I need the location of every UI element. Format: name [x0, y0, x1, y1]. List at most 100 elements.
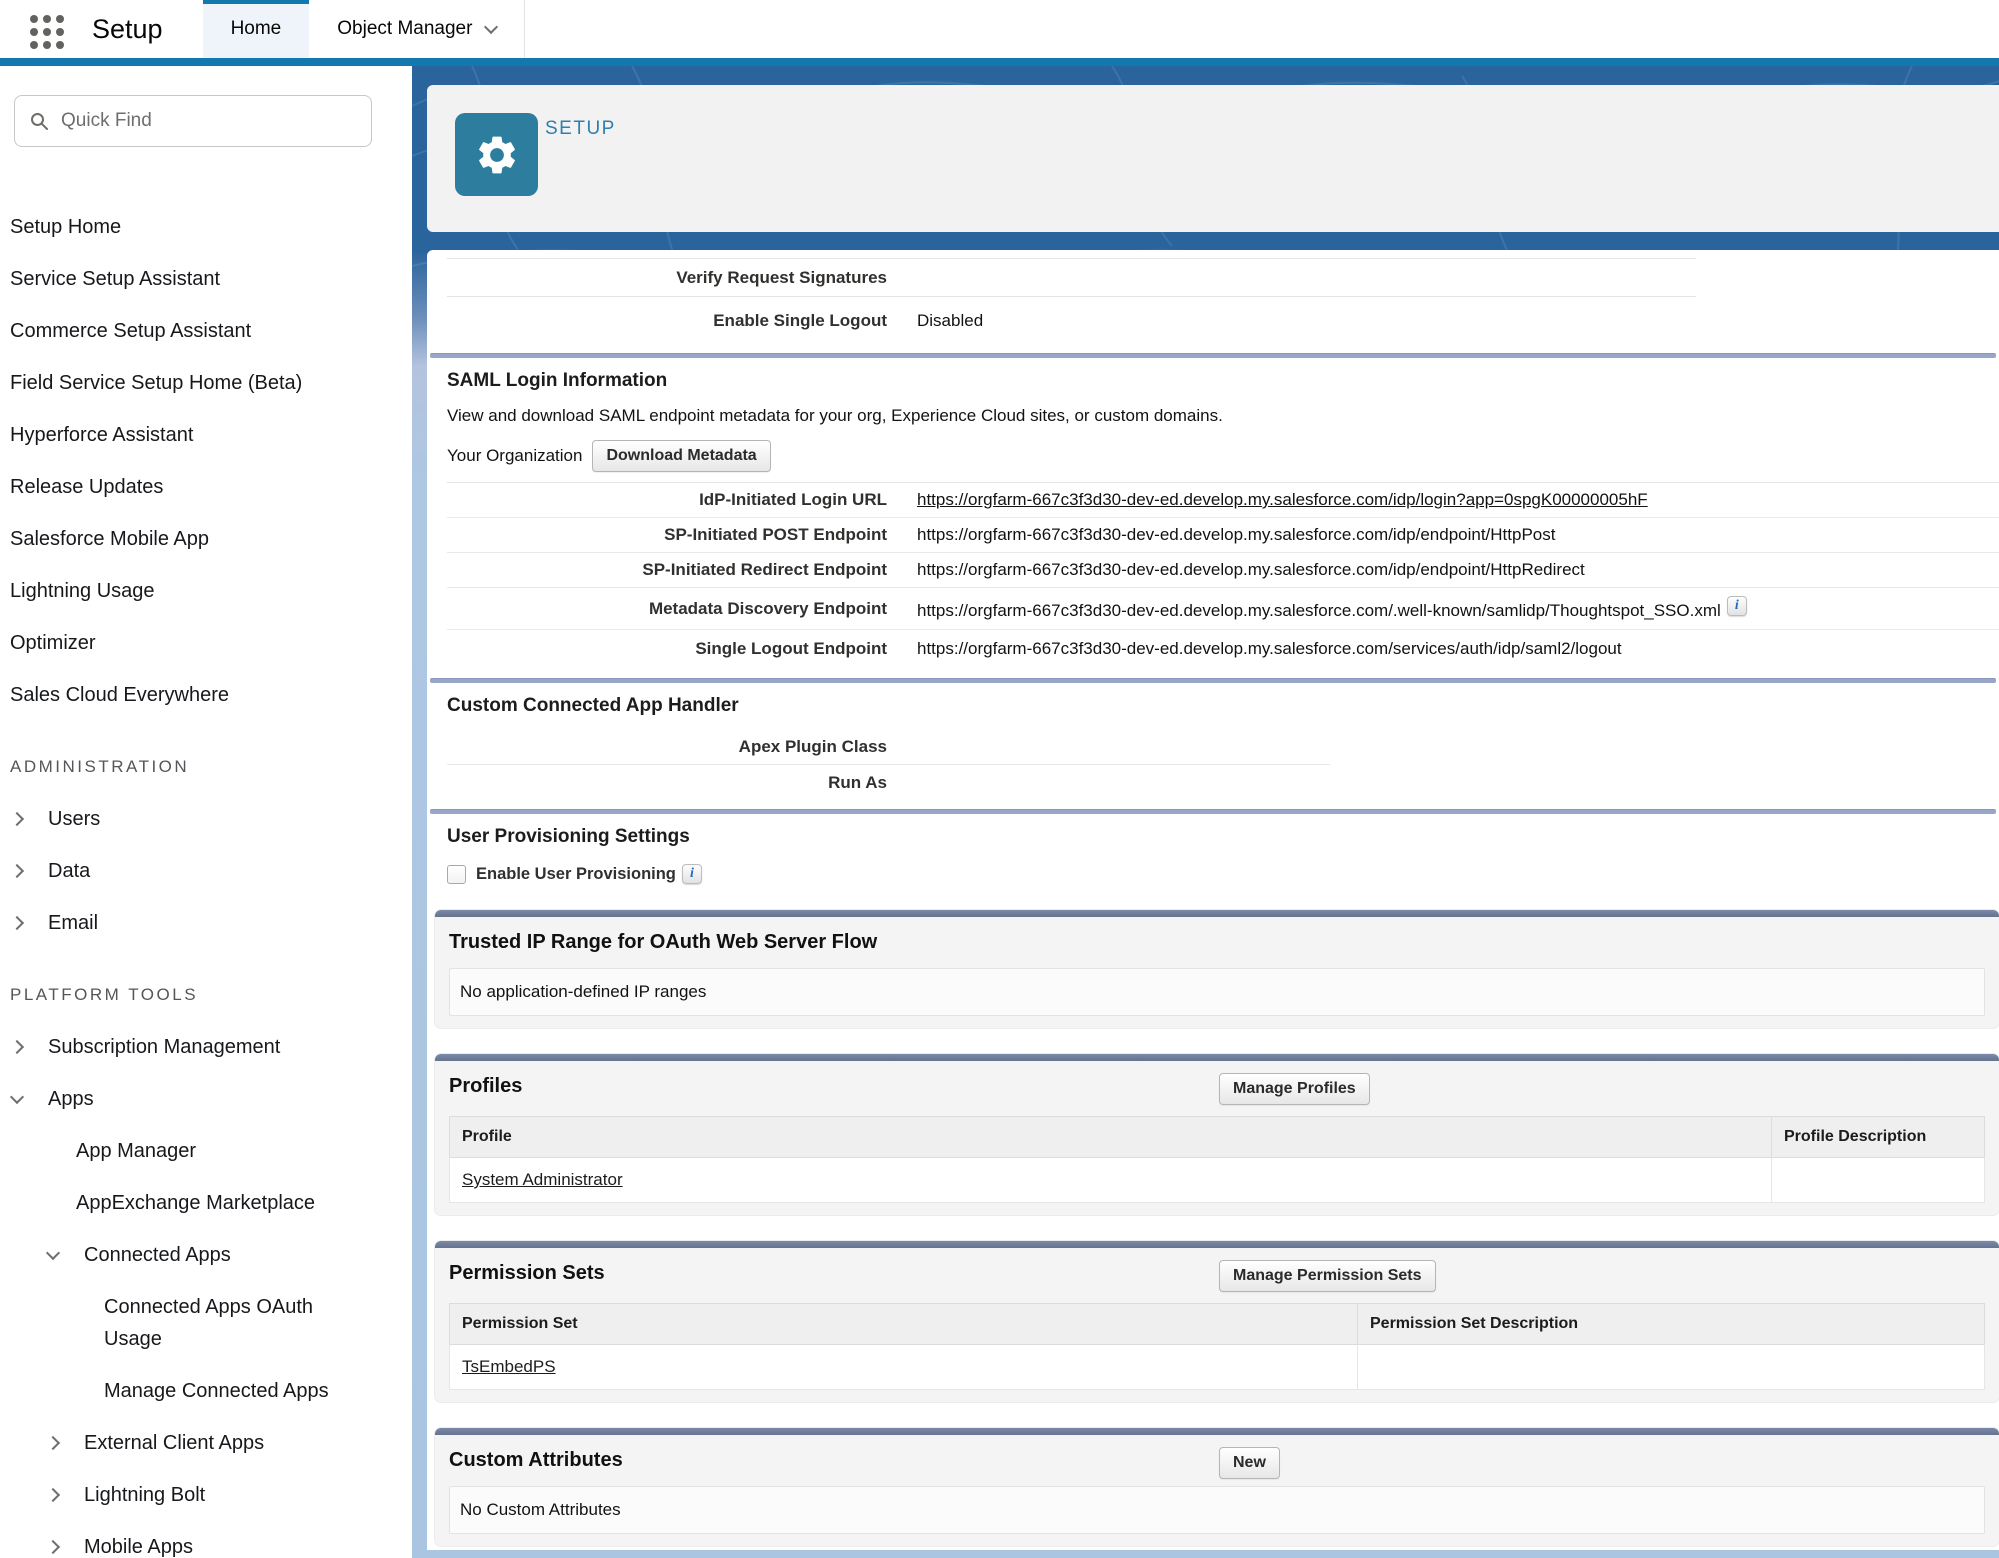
sidebar-section-platform-tools: PLATFORM TOOLS — [0, 969, 412, 1021]
related-list-bar — [435, 1054, 1999, 1061]
related-list-bar — [435, 1428, 1999, 1435]
setup-sidebar: Setup Home Service Setup Assistant Comme… — [0, 66, 412, 1558]
nav-tabs: Home Object Manager — [203, 0, 526, 58]
sidebar-item-connected-apps-oauth-usage[interactable]: Connected Apps OAuth Usage — [0, 1281, 412, 1365]
sidebar-item-app-manager[interactable]: App Manager — [0, 1125, 412, 1177]
section-divider — [430, 678, 1996, 683]
sidebar-item-email[interactable]: Email — [0, 897, 412, 949]
column-header-permission-set: Permission Set — [450, 1304, 1358, 1345]
metadata-discovery-endpoint-row: Metadata Discovery Endpoint https://orgf… — [447, 588, 1999, 630]
setup-banner: SETUP — [427, 85, 1999, 232]
chevron-down-icon — [10, 1090, 24, 1104]
page-title: SETUP — [545, 118, 616, 140]
sidebar-item-field-service-setup-home[interactable]: Field Service Setup Home (Beta) — [0, 357, 412, 409]
quick-find-input[interactable] — [61, 110, 357, 132]
quick-find-box[interactable] — [14, 95, 372, 147]
chevron-down-icon — [484, 20, 498, 34]
related-list-bar — [435, 910, 1999, 917]
custom-attributes-card: Custom Attributes New No Custom Attribut… — [435, 1428, 1999, 1546]
custom-handler-form: Apex Plugin Class Run As — [447, 729, 1330, 801]
custom-attributes-empty-message: No Custom Attributes — [449, 1486, 1985, 1534]
sidebar-item-data[interactable]: Data — [0, 845, 412, 897]
sidebar-item-apps[interactable]: Apps — [0, 1073, 412, 1125]
enable-single-logout-row: Enable Single Logout Disabled — [447, 297, 1696, 345]
app-title: Setup — [92, 0, 163, 58]
apex-plugin-class-row: Apex Plugin Class — [447, 729, 1330, 765]
profiles-title: Profiles — [449, 1073, 1985, 1098]
permission-sets-card: Permission Sets Manage Permission Sets P… — [435, 1241, 1999, 1402]
manage-permission-sets-button[interactable]: Manage Permission Sets — [1219, 1260, 1436, 1292]
manage-profiles-button[interactable]: Manage Profiles — [1219, 1073, 1370, 1105]
sidebar-item-external-client-apps[interactable]: External Client Apps — [0, 1417, 412, 1469]
section-divider — [430, 809, 1996, 814]
global-nav: Setup Home Object Manager — [0, 0, 1999, 58]
saml-section-title: SAML Login Information — [447, 370, 1999, 392]
column-header-profile-description: Profile Description — [1772, 1117, 1985, 1158]
sidebar-item-lightning-usage[interactable]: Lightning Usage — [0, 565, 412, 617]
chevron-right-icon — [10, 864, 24, 878]
sidebar-item-commerce-setup-assistant[interactable]: Commerce Setup Assistant — [0, 305, 412, 357]
trusted-ip-empty-message: No application-defined IP ranges — [449, 968, 1985, 1016]
sp-initiated-post-endpoint-row: SP-Initiated POST Endpoint https://orgfa… — [447, 518, 1999, 553]
permission-set-link[interactable]: TsEmbedPS — [462, 1357, 556, 1376]
section-divider — [430, 353, 1996, 358]
permission-sets-title: Permission Sets — [449, 1260, 1985, 1285]
profiles-table: Profile Profile Description System Admin… — [449, 1116, 1985, 1203]
permission-sets-table: Permission Set Permission Set Descriptio… — [449, 1303, 1985, 1390]
column-header-permission-set-description: Permission Set Description — [1358, 1304, 1985, 1345]
sidebar-item-users[interactable]: Users — [0, 793, 412, 845]
enable-user-provisioning-checkbox[interactable] — [447, 865, 466, 884]
single-logout-endpoint-row: Single Logout Endpoint https://orgfarm-6… — [447, 630, 1999, 668]
table-row: TsEmbedPS — [450, 1345, 1985, 1390]
idp-login-url-link[interactable]: https://orgfarm-667c3f3d30-dev-ed.develo… — [887, 490, 1648, 510]
content-footer: Back To Top Always show me more records … — [427, 1546, 1999, 1550]
tab-object-manager[interactable]: Object Manager — [309, 0, 525, 58]
trusted-ip-range-title: Trusted IP Range for OAuth Web Server Fl… — [449, 929, 1985, 954]
related-list-bar — [435, 1241, 1999, 1248]
brand-strip — [0, 58, 1999, 66]
chevron-right-icon — [10, 916, 24, 930]
sidebar-item-setup-home[interactable]: Setup Home — [0, 201, 412, 253]
sidebar-item-lightning-bolt[interactable]: Lightning Bolt — [0, 1469, 412, 1521]
setup-gear-icon — [455, 113, 538, 196]
saml-description: View and download SAML endpoint metadata… — [447, 406, 1999, 426]
trusted-ip-range-card: Trusted IP Range for OAuth Web Server Fl… — [435, 910, 1999, 1028]
profiles-card: Profiles Manage Profiles Profile Profile… — [435, 1054, 1999, 1215]
sidebar-item-connected-apps[interactable]: Connected Apps — [0, 1229, 412, 1281]
sidebar-item-salesforce-mobile-app[interactable]: Salesforce Mobile App — [0, 513, 412, 565]
info-icon[interactable]: i — [682, 864, 702, 884]
sidebar-section-administration: ADMINISTRATION — [0, 741, 412, 793]
profile-link[interactable]: System Administrator — [462, 1170, 623, 1189]
sidebar-item-hyperforce-assistant[interactable]: Hyperforce Assistant — [0, 409, 412, 461]
sidebar-item-subscription-management[interactable]: Subscription Management — [0, 1021, 412, 1073]
setup-content: Verify Request Signatures Enable Single … — [427, 250, 1999, 1550]
enable-user-provisioning-row: Enable User Provisioning i — [447, 864, 1999, 884]
sidebar-item-appexchange-marketplace[interactable]: AppExchange Marketplace — [0, 1177, 412, 1229]
app-launcher-icon[interactable] — [30, 15, 64, 49]
chevron-right-icon — [46, 1436, 60, 1450]
sidebar-item-mobile-apps[interactable]: Mobile Apps — [0, 1521, 412, 1558]
chevron-right-icon — [10, 812, 24, 826]
custom-attributes-title: Custom Attributes — [449, 1447, 1985, 1472]
chevron-down-icon — [46, 1246, 60, 1260]
tab-home[interactable]: Home — [203, 0, 310, 58]
verify-request-signatures-row: Verify Request Signatures — [447, 259, 1696, 297]
info-icon[interactable]: i — [1727, 596, 1747, 616]
run-as-row: Run As — [447, 765, 1330, 801]
sidebar-item-manage-connected-apps[interactable]: Manage Connected Apps — [0, 1365, 412, 1417]
sidebar-item-release-updates[interactable]: Release Updates — [0, 461, 412, 513]
sidebar-item-sales-cloud-everywhere[interactable]: Sales Cloud Everywhere — [0, 669, 412, 721]
column-header-profile: Profile — [450, 1117, 1772, 1158]
new-custom-attribute-button[interactable]: New — [1219, 1447, 1280, 1479]
download-metadata-button[interactable]: Download Metadata — [592, 440, 770, 472]
chevron-right-icon — [10, 1040, 24, 1054]
your-organization-row: Your Organization Download Metadata — [447, 440, 1999, 483]
sidebar-item-optimizer[interactable]: Optimizer — [0, 617, 412, 669]
table-row: System Administrator — [450, 1158, 1985, 1203]
chevron-right-icon — [46, 1488, 60, 1502]
search-icon — [29, 111, 49, 131]
sidebar-item-service-setup-assistant[interactable]: Service Setup Assistant — [0, 253, 412, 305]
chevron-right-icon — [46, 1540, 60, 1554]
sidebar-list: Setup Home Service Setup Assistant Comme… — [0, 201, 412, 1558]
main-area: SETUP Verify Request Signatures Enable S… — [412, 66, 1999, 1558]
